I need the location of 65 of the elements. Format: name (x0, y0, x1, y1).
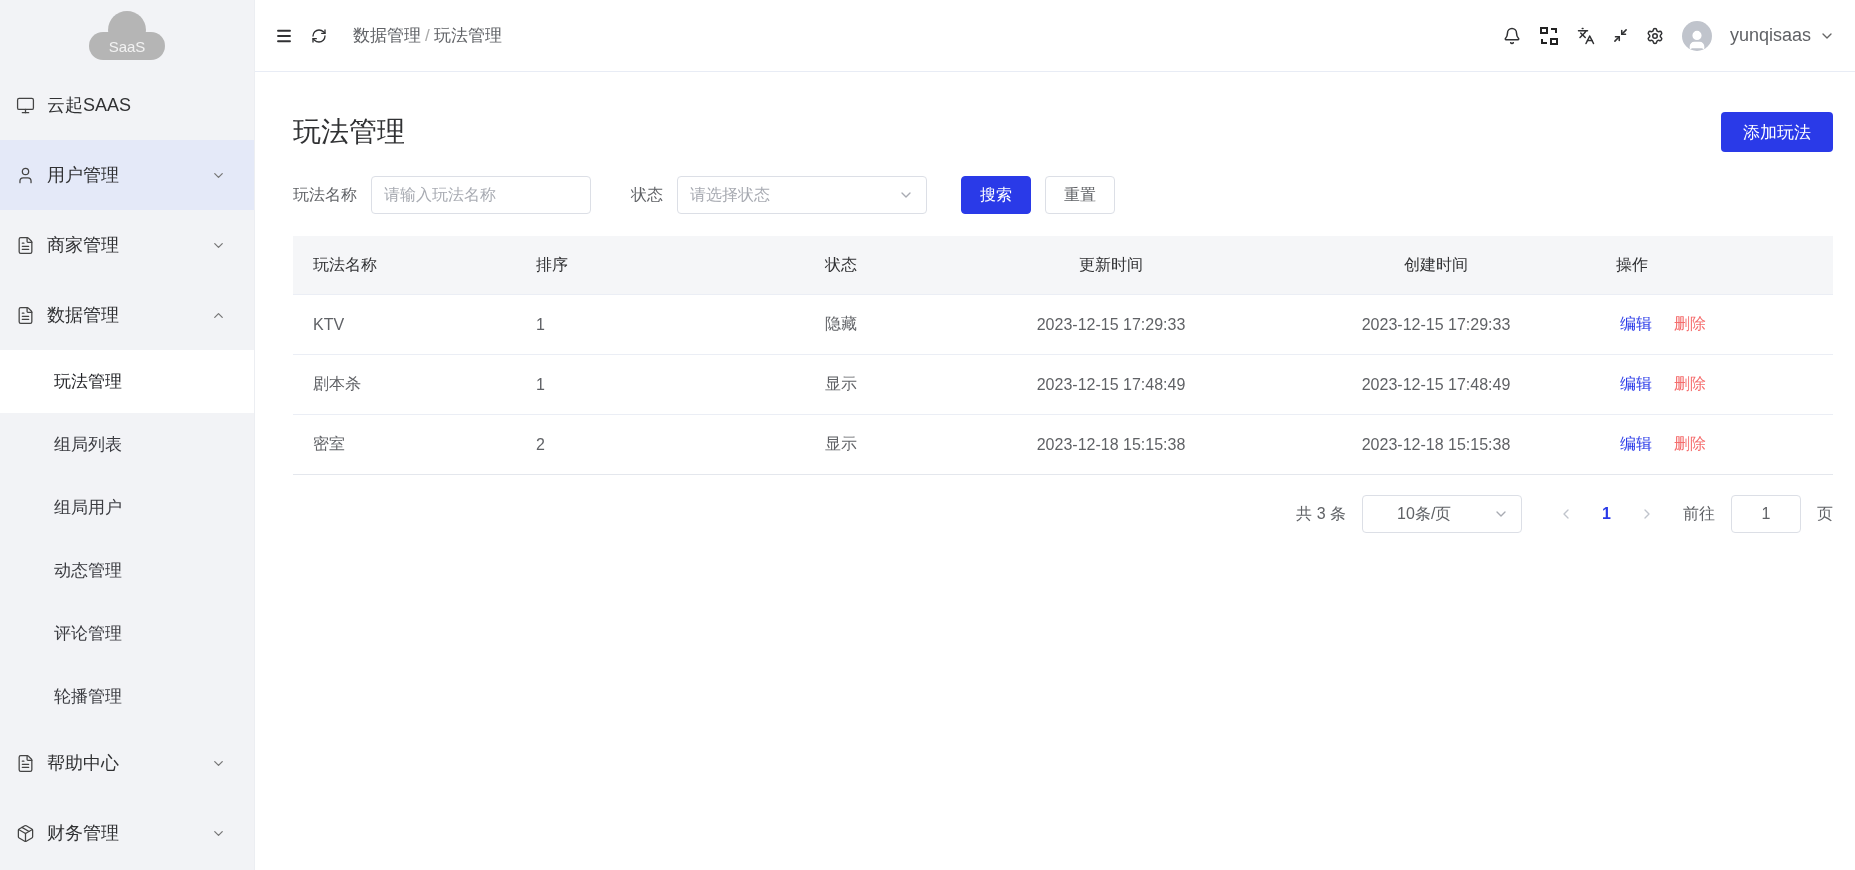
menu-item[interactable]: 用户管理 (0, 140, 254, 210)
bell-icon[interactable] (1502, 26, 1521, 45)
table-cell-text: 2023-12-15 17:48:49 (1035, 375, 1187, 394)
total-count: 共 3 条 (1296, 503, 1347, 524)
settings-icon[interactable] (1645, 26, 1664, 45)
filter-label: 玩法名称 (293, 184, 357, 205)
table-cell-text: KTV (312, 315, 346, 334)
goto-page-input[interactable]: 1 (1731, 495, 1801, 533)
edit-link[interactable]: 编辑 (1620, 374, 1652, 395)
submenu-item[interactable]: 评论管理 (0, 602, 254, 665)
column-header: 状态 (824, 254, 858, 275)
fullscreen-icon[interactable] (1612, 28, 1628, 43)
page-suffix: 页 (1817, 503, 1833, 524)
column-header: 更新时间 (1078, 254, 1144, 275)
page-title: 玩法管理 (293, 115, 405, 149)
switch-icon[interactable] (1538, 25, 1559, 46)
table-cell-text: 1 (535, 315, 546, 334)
submenu-item[interactable]: 组局列表 (0, 413, 254, 476)
table-cell-text: 2 (535, 435, 546, 454)
submenu-item[interactable]: 动态管理 (0, 539, 254, 602)
submenu-item[interactable]: 轮播管理 (0, 665, 254, 728)
monitor-icon (16, 95, 35, 115)
user-icon (16, 165, 35, 185)
page-size-select[interactable]: 10条/页 (1362, 495, 1523, 533)
package-icon (16, 823, 35, 843)
table-cell-text: 剧本杀 (312, 374, 362, 394)
breadcrumb-item: 玩法管理 (433, 25, 502, 47)
table-cell-text: 2023-12-15 17:48:49 (1360, 375, 1512, 394)
menu-item[interactable]: 财务管理 (0, 798, 254, 868)
menu-item[interactable]: 云起SAAS (0, 70, 254, 140)
table-cell-text: 1 (535, 375, 546, 394)
breadcrumb-item[interactable]: 数据管理 (353, 24, 421, 47)
goto-label: 前往 (1683, 503, 1715, 524)
table-cell-text: 2023-12-15 17:29:33 (1360, 315, 1512, 334)
table-cell-text: 隐藏 (824, 314, 858, 334)
filter-label: 状态 (631, 184, 663, 205)
column-header: 操作 (1615, 254, 1649, 275)
submenu-item[interactable]: 玩法管理 (0, 350, 254, 413)
table-cell-text: 显示 (824, 374, 858, 394)
translate-icon[interactable] (1576, 26, 1595, 45)
page-number[interactable]: 1 (1590, 505, 1623, 523)
breadcrumb-separator: / (425, 25, 430, 46)
edit-link[interactable]: 编辑 (1620, 434, 1652, 455)
column-header: 玩法名称 (312, 254, 378, 275)
table-cell-text: 2023-12-18 15:15:38 (1360, 435, 1512, 454)
submenu-item[interactable]: 组局用户 (0, 476, 254, 539)
refresh-icon[interactable] (311, 27, 327, 44)
reset-button[interactable]: 重置 (1045, 176, 1115, 214)
document-icon (16, 235, 35, 255)
column-header: 排序 (535, 254, 569, 275)
menu-item[interactable]: 商家管理 (0, 210, 254, 280)
document-icon (16, 305, 35, 325)
search-button[interactable]: 搜索 (961, 176, 1031, 214)
table-cell-text: 密室 (312, 434, 346, 454)
column-header: 创建时间 (1403, 254, 1469, 275)
menu-item[interactable]: 帮助中心 (0, 728, 254, 798)
edit-link[interactable]: 编辑 (1620, 314, 1652, 335)
table-cell-text: 2023-12-18 15:15:38 (1035, 435, 1187, 454)
table-cell-text: 显示 (824, 434, 858, 454)
menu-item[interactable]: 数据管理 (0, 280, 254, 350)
document-icon (16, 753, 35, 773)
user-name[interactable]: yunqisaas (1729, 25, 1811, 46)
add-button[interactable]: 添加玩法 (1721, 112, 1833, 152)
cloud-logo: SaaS (89, 10, 165, 60)
table-cell-text: 2023-12-15 17:29:33 (1035, 315, 1187, 334)
